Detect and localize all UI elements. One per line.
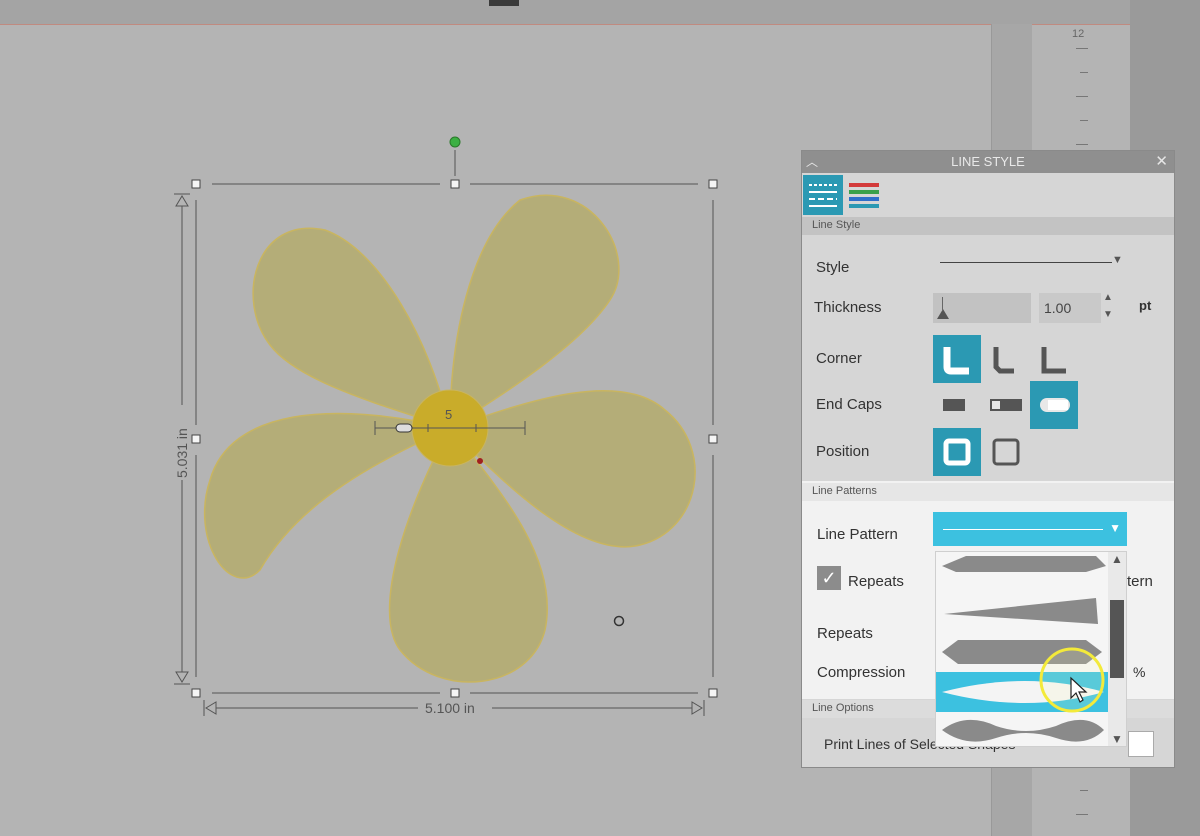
height-dimension-label: 5.031 in (174, 428, 190, 478)
line-style-icon (809, 184, 837, 207)
style-label: Style (816, 259, 850, 276)
tab-line-style[interactable] (803, 175, 843, 215)
dropdown-arrow-icon: ▼ (1109, 521, 1121, 535)
line-pattern-label: Line Pattern (817, 526, 898, 543)
section-line-patterns-label: Line Patterns (812, 485, 877, 497)
lock-handle (395, 423, 413, 433)
line-color-icon (849, 183, 879, 208)
stepper-up-icon[interactable]: ▲ (1103, 292, 1113, 303)
pattern-shape (944, 598, 1098, 624)
anchor-point (477, 458, 483, 464)
origin-point (613, 615, 625, 627)
pattern-option[interactable] (936, 552, 1108, 592)
corner-bevel-icon (993, 347, 1014, 374)
pattern-shape (942, 719, 1104, 742)
tab-line-color[interactable] (844, 175, 884, 215)
partial-hidden-label: tern (1127, 573, 1153, 590)
center-label: 5 (445, 407, 453, 422)
endcap-flat-icon (943, 399, 965, 411)
scroll-up-icon[interactable]: ▲ (1111, 552, 1123, 566)
section-line-patterns: Line Patterns (802, 483, 1174, 501)
slider-marker (942, 297, 943, 311)
endcap-square-icon (990, 399, 1022, 411)
pattern-option[interactable] (936, 592, 1108, 632)
section-line-options-label: Line Options (812, 702, 874, 714)
corner-bevel-button[interactable] (982, 335, 1030, 383)
rotate-handle (449, 136, 461, 148)
endcap-flat-button[interactable] (933, 381, 981, 429)
pattern-scrollbar[interactable]: ▲ ▼ (1108, 552, 1126, 746)
endcap-round-button[interactable] (1030, 381, 1078, 429)
corner-miter-button[interactable] (1030, 335, 1078, 383)
scroll-thumb[interactable] (1110, 600, 1124, 678)
thickness-input[interactable]: 1.00 (1039, 293, 1101, 323)
close-icon[interactable]: ✕ (1155, 152, 1168, 170)
position-center-icon (943, 438, 971, 466)
cursor-highlight (1039, 647, 1105, 713)
thickness-value: 1.00 (1044, 300, 1072, 316)
style-dropdown-arrow-icon[interactable]: ▼ (1112, 254, 1123, 266)
pattern-shape (942, 556, 1106, 572)
endcap-round-icon (1040, 398, 1070, 412)
width-dimension-label: 5.100 in (425, 700, 475, 716)
panel-title: LINE STYLE (951, 154, 1025, 169)
print-lines-checkbox[interactable] (1128, 731, 1154, 757)
panel-header[interactable]: ︿ LINE STYLE ✕ (802, 151, 1174, 173)
section-line-style: Line Style (802, 217, 1174, 235)
compression-label: Compression (817, 664, 906, 681)
line-style-panel: ︿ LINE STYLE ✕ Line Style Style ▼ Thickn… (801, 150, 1175, 768)
slider-thumb[interactable] (937, 309, 949, 319)
position-center-button[interactable] (933, 428, 981, 476)
pattern-option[interactable] (936, 712, 1108, 746)
section-line-style-label: Line Style (812, 219, 861, 231)
compression-unit: % (1133, 664, 1146, 680)
repeats-label: Repeats (817, 625, 873, 642)
position-outside-icon (992, 438, 1020, 466)
thickness-slider[interactable] (933, 293, 1031, 323)
thickness-label: Thickness (814, 299, 882, 316)
end-caps-label: End Caps (816, 396, 882, 413)
endcap-square-button[interactable] (982, 381, 1030, 429)
repeats-checkbox-label: Repeats (848, 573, 904, 590)
stepper-down-icon[interactable]: ▼ (1103, 309, 1113, 320)
position-outside-button[interactable] (982, 428, 1030, 476)
selected-pattern-preview (943, 529, 1103, 530)
corner-round-icon (943, 347, 969, 375)
scroll-down-icon[interactable]: ▼ (1111, 732, 1123, 746)
style-preview-line[interactable] (940, 262, 1112, 263)
thickness-unit: pt (1139, 298, 1152, 313)
repeats-checkbox[interactable]: ✓ (817, 566, 841, 590)
corner-label: Corner (816, 350, 862, 367)
corner-miter-icon (1041, 347, 1066, 374)
position-label: Position (816, 443, 870, 460)
line-pattern-dropdown[interactable]: ▼ (933, 512, 1127, 546)
corner-round-button[interactable] (933, 335, 981, 383)
